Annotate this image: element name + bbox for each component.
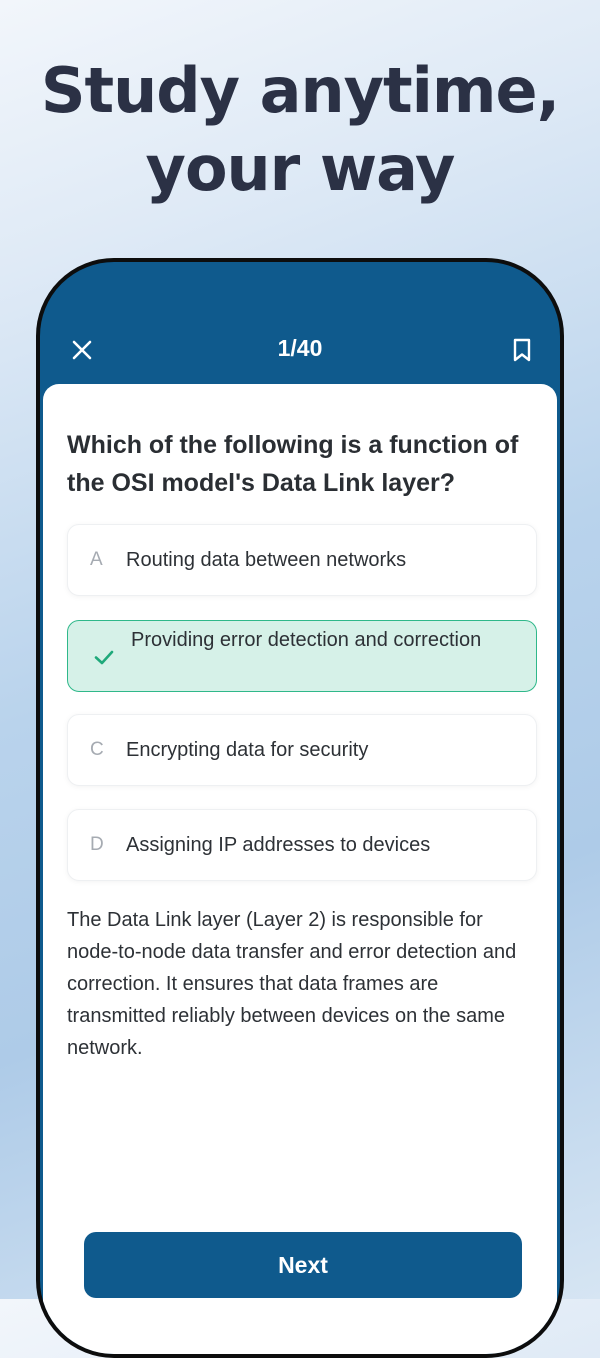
headline-line-2: your way [145,132,456,205]
next-button[interactable]: Next [84,1232,522,1298]
answer-option-b[interactable]: Providing error detection and correction [67,620,537,692]
option-text: Encrypting data for security [126,739,369,761]
question-text: Which of the following is a function of … [67,431,519,497]
answer-explanation: The Data Link layer (Layer 2) is respons… [67,909,517,1059]
answer-option-a[interactable]: A Routing data between networks [67,524,537,596]
option-letter: C [90,739,104,760]
promo-headline: Study anytime, your way [0,52,600,208]
answer-option-d[interactable]: D Assigning IP addresses to devices [67,809,537,881]
option-text: Providing error detection and correction [131,629,482,651]
option-letter: D [90,834,104,855]
check-icon [94,650,114,665]
option-letter: A [90,549,103,570]
question-card: Which of the following is a function of … [43,384,557,1354]
option-text: Assigning IP addresses to devices [126,834,431,856]
answer-option-c[interactable]: C Encrypting data for security [67,714,537,786]
option-text: Routing data between networks [126,549,407,571]
question-counter: 1/40 [277,335,323,361]
bookmark-icon [513,338,531,362]
headline-line-1: Study anytime, [40,54,560,127]
phone-frame: 1/40 Which of the following is a functio… [36,258,564,1358]
quiz-top-bar: 1/40 [40,262,560,390]
bookmark-button[interactable] [506,334,538,366]
